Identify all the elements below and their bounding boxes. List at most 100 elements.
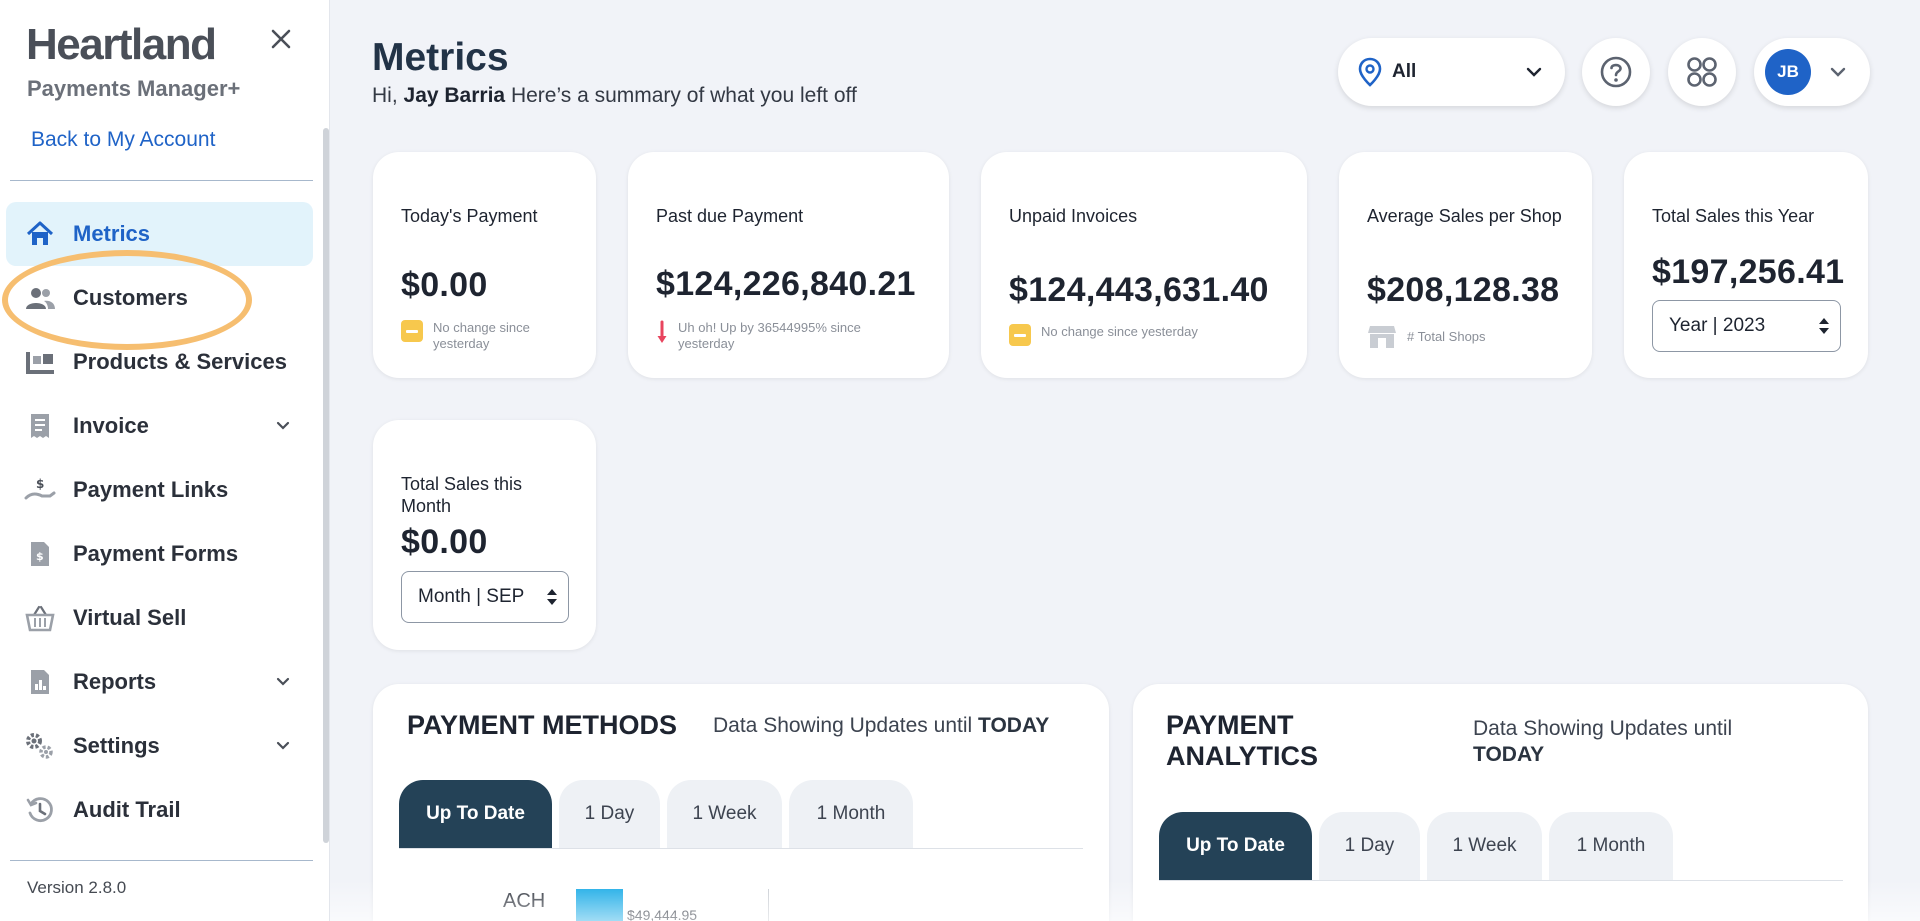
card-title: Today's Payment xyxy=(401,206,538,226)
products-icon xyxy=(24,346,56,378)
average-sales-card: Average Sales per Shop $208,128.38 # Tot… xyxy=(1339,152,1592,378)
past-due-payment-card: Past due Payment $124,226,840.21 Uh oh! … xyxy=(628,152,949,378)
month-select[interactable]: Month | SEP xyxy=(401,571,569,623)
chevron-down-icon xyxy=(276,677,290,686)
brand-logo: Heartland xyxy=(26,20,217,69)
svg-text:$: $ xyxy=(36,550,44,563)
sidebar-scrollbar[interactable] xyxy=(323,128,329,843)
card-note: No change since yesterday xyxy=(401,320,581,352)
sidebar-item-payment-forms[interactable]: $ Payment Forms xyxy=(6,522,313,586)
tab-up-to-date[interactable]: Up To Date xyxy=(1159,812,1312,880)
select-arrows-icon xyxy=(1819,318,1829,334)
sidebar-item-label: Virtual Sell xyxy=(73,605,187,630)
apps-button[interactable] xyxy=(1668,38,1736,106)
sidebar-item-label: Payment Links xyxy=(73,477,229,502)
document-dollar-icon: $ xyxy=(24,538,56,570)
sidebar-item-label: Payment Forms xyxy=(73,541,239,566)
total-sales-month-card: Total Sales this Month $0.00 Month | SEP xyxy=(373,420,596,650)
sidebar-item-virtual-sell[interactable]: Virtual Sell xyxy=(6,586,313,650)
tab-1-week[interactable]: 1 Week xyxy=(1427,812,1542,880)
avatar: JB xyxy=(1765,49,1811,95)
sidebar-item-label: Settings xyxy=(73,733,160,758)
tab-1-week[interactable]: 1 Week xyxy=(667,780,782,848)
section-title: PAYMENT ANALYTICS xyxy=(1166,710,1318,772)
card-title: Unpaid Invoices xyxy=(1009,206,1138,226)
receipt-icon xyxy=(24,410,56,442)
tab-1-month[interactable]: 1 Month xyxy=(1549,812,1673,880)
section-subtitle-text: Data Showing Updates until xyxy=(1473,717,1733,740)
tab-underline xyxy=(399,848,1083,849)
sidebar-item-invoice[interactable]: Invoice xyxy=(6,394,313,458)
card-title: Past due Payment xyxy=(656,206,804,226)
app-version: Version 2.8.0 xyxy=(27,878,127,897)
sidebar-item-label: Audit Trail xyxy=(73,797,181,822)
card-title: Total Sales this Month xyxy=(401,474,523,516)
arrow-down-icon xyxy=(657,320,667,343)
sidebar-item-label: Customers xyxy=(73,285,188,310)
help-icon xyxy=(1600,56,1632,88)
page-title: Metrics xyxy=(372,36,509,79)
card-note: # Total Shops xyxy=(1367,324,1567,350)
card-value: $0.00 xyxy=(401,266,488,304)
card-value: $124,226,840.21 xyxy=(656,265,916,303)
year-select-value: Year | 2023 xyxy=(1669,315,1766,336)
section-subtitle: Data Showing Updates until TODAY xyxy=(713,713,1049,739)
greeting-suffix: Here’s a summary of what you left off xyxy=(510,84,857,107)
tab-1-month[interactable]: 1 Month xyxy=(789,780,913,848)
select-arrows-icon xyxy=(547,589,557,605)
user-menu[interactable]: JB xyxy=(1754,38,1870,106)
total-sales-year-card: Total Sales this Year $197,256.41 Year |… xyxy=(1624,152,1868,378)
chevron-down-icon xyxy=(276,741,290,750)
sidebar-item-audit-trail[interactable]: Audit Trail xyxy=(6,778,313,842)
sidebar: Heartland Payments Manager+ Back to My A… xyxy=(0,0,330,921)
card-value: $197,256.41 xyxy=(1652,253,1845,291)
chart-document-icon xyxy=(24,666,56,698)
no-change-icon xyxy=(1009,324,1031,346)
bar-value-label: $49,444.95 xyxy=(627,907,698,921)
chevron-down-icon xyxy=(1526,67,1542,77)
card-note-text: No change since yesterday xyxy=(1041,324,1198,339)
card-value: $0.00 xyxy=(401,523,488,561)
gears-icon xyxy=(24,730,56,762)
section-subtitle-text: Data Showing Updates until xyxy=(713,714,973,737)
sidebar-item-products-services[interactable]: Products & Services xyxy=(6,330,313,394)
section-title: PAYMENT METHODS xyxy=(407,710,678,740)
sidebar-item-label: Invoice xyxy=(73,413,149,438)
svg-text:$: $ xyxy=(36,477,44,491)
sidebar-item-customers[interactable]: Customers xyxy=(6,266,313,330)
back-to-account-link[interactable]: Back to My Account xyxy=(31,128,215,152)
card-title: Total Sales this Year xyxy=(1652,206,1815,226)
chevron-down-icon xyxy=(276,421,290,430)
apps-grid-icon xyxy=(1687,57,1717,87)
location-selector[interactable]: All xyxy=(1338,38,1565,106)
help-button[interactable] xyxy=(1582,38,1650,106)
home-icon xyxy=(24,218,56,250)
users-icon xyxy=(24,282,56,314)
card-note-text: Uh oh! Up by 36544995% since yesterday xyxy=(678,320,861,351)
sidebar-item-label: Reports xyxy=(73,669,157,694)
sidebar-item-reports[interactable]: Reports xyxy=(6,650,313,714)
card-value: $208,128.38 xyxy=(1367,271,1560,309)
month-select-value: Month | SEP xyxy=(418,586,525,607)
section-subtitle-bold: TODAY xyxy=(1473,743,1545,766)
sidebar-item-label: Products & Services xyxy=(73,349,287,374)
sidebar-divider xyxy=(10,860,313,861)
section-subtitle: Data Showing Updates until TODAY xyxy=(1473,716,1732,768)
user-name: Jay Barria xyxy=(403,84,506,107)
sidebar-item-settings[interactable]: Settings xyxy=(6,714,313,778)
year-select[interactable]: Year | 2023 xyxy=(1652,300,1841,352)
tab-1-day[interactable]: 1 Day xyxy=(559,780,660,848)
card-note-text: No change since yesterday xyxy=(433,320,530,351)
sidebar-item-payment-links[interactable]: $ Payment Links xyxy=(6,458,313,522)
unpaid-invoices-card: Unpaid Invoices $124,443,631.40 No chang… xyxy=(981,152,1307,378)
brand-subtitle: Payments Manager+ xyxy=(27,76,241,101)
todays-payment-card: Today's Payment $0.00 No change since ye… xyxy=(373,152,596,378)
tab-up-to-date[interactable]: Up To Date xyxy=(399,780,552,848)
close-sidebar-button[interactable] xyxy=(268,26,294,52)
tab-1-day[interactable]: 1 Day xyxy=(1319,812,1420,880)
bar-ach[interactable] xyxy=(576,889,623,921)
history-icon xyxy=(24,794,56,826)
greeting: Hi, Jay Barria Here’s a summary of what … xyxy=(372,84,857,108)
card-note: No change since yesterday xyxy=(1009,324,1269,346)
sidebar-item-metrics[interactable]: Metrics xyxy=(6,202,313,266)
